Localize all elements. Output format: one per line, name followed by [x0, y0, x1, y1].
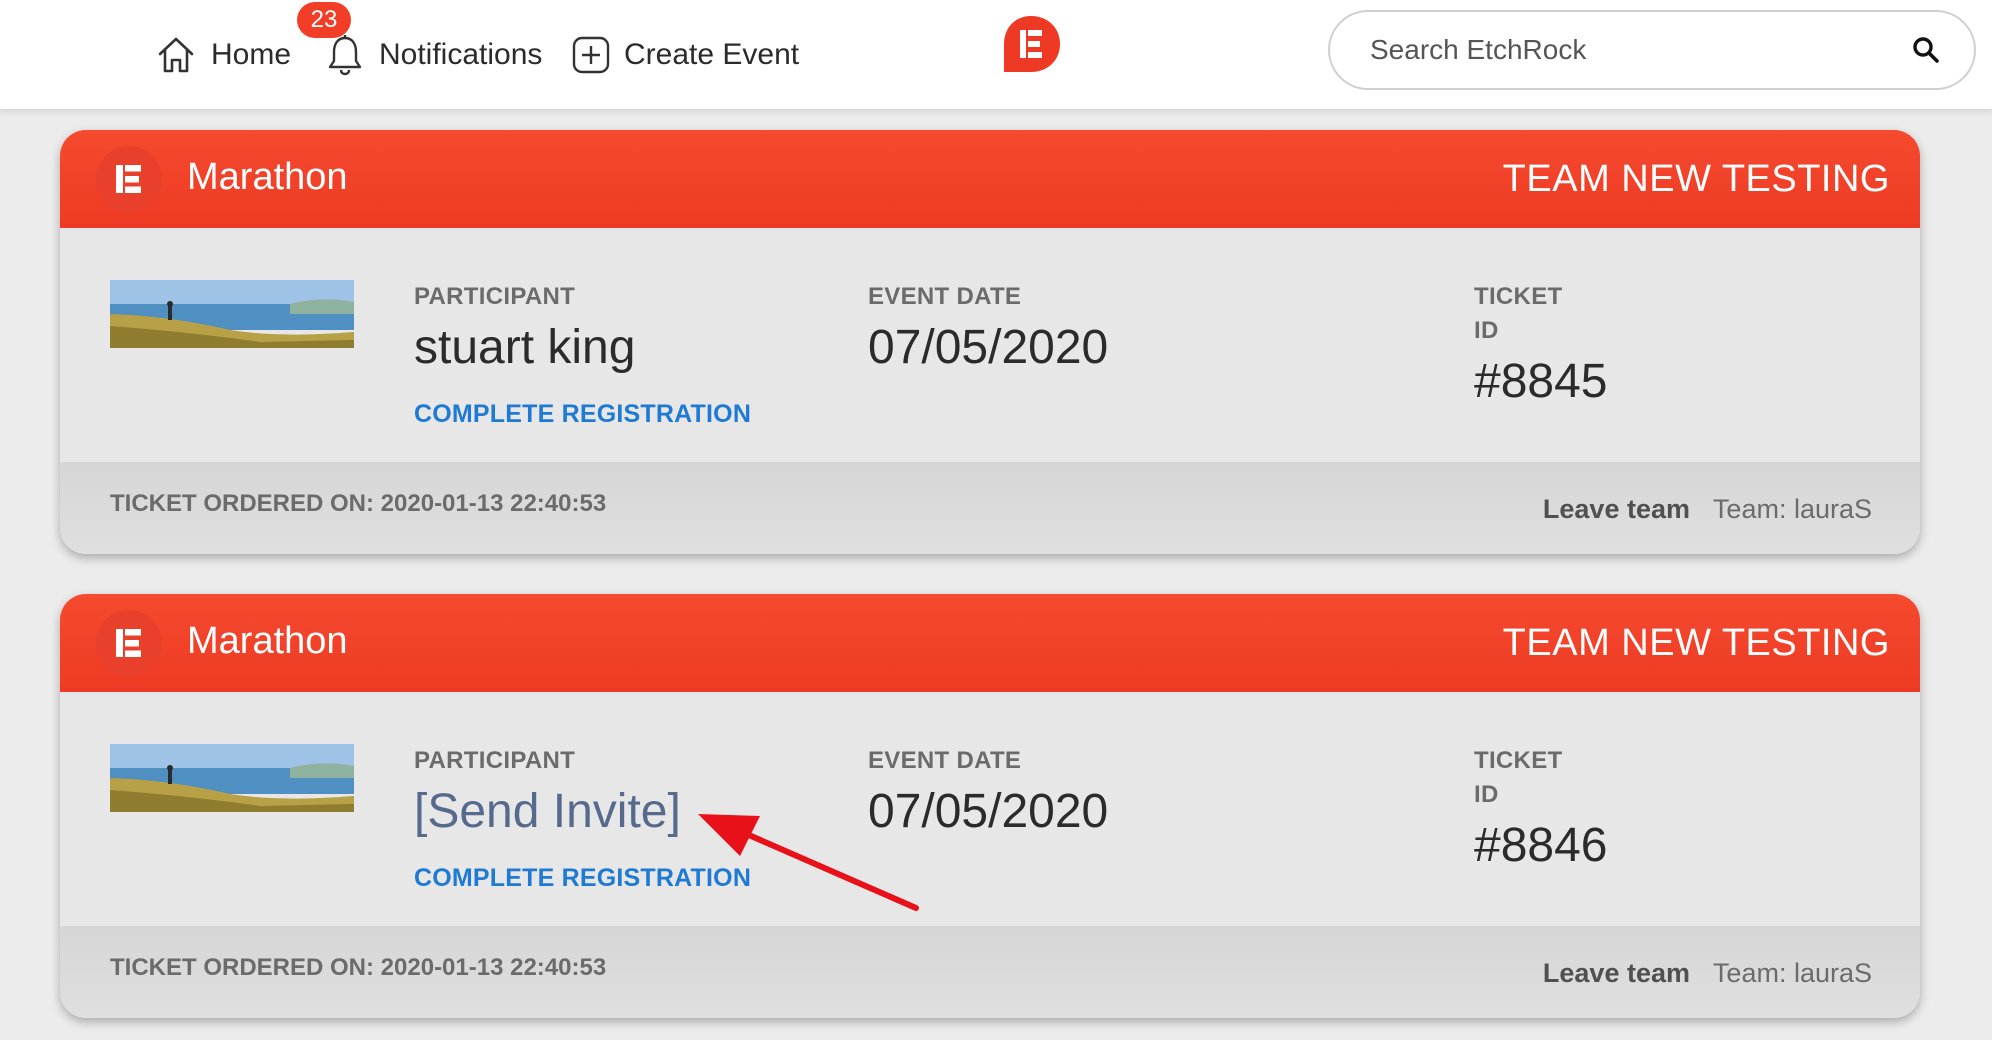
- nav-notifications[interactable]: Notifications: [325, 30, 542, 80]
- ticket-card-footer: TICKET ORDERED ON: 2020-01-13 22:40:53 L…: [60, 926, 1920, 1018]
- ticket-card-header: Marathon TEAM NEW TESTING: [60, 594, 1920, 692]
- participant-label: PARTICIPANT: [414, 747, 576, 774]
- team-owner-label: Team: lauraS: [1712, 958, 1872, 988]
- nav-home-label: Home: [211, 38, 292, 71]
- participant-name: stuart king: [414, 321, 636, 374]
- ticket-ordered-label: TICKET ORDERED ON:: [110, 954, 374, 981]
- ticket-id-label-line-1: TICKET: [1474, 283, 1563, 310]
- nav-notifications-label: Notifications: [379, 38, 543, 71]
- complete-registration-link[interactable]: COMPLETE REGISTRATION: [414, 400, 751, 429]
- nav-create-event[interactable]: Create Event: [572, 30, 799, 80]
- ticket-id-label: TICKET ID: [1474, 744, 1594, 812]
- ticket-id-label-line-1: TICKET: [1474, 747, 1563, 774]
- ticket-id-label: TICKET ID: [1474, 280, 1594, 348]
- event-date-value: 07/05/2020: [868, 321, 1109, 374]
- team-name: TEAM NEW TESTING: [1502, 158, 1890, 200]
- ticket-ordered-value: 2020-01-13 22:40:53: [380, 954, 607, 981]
- team-name: TEAM NEW TESTING: [1502, 622, 1890, 664]
- event-date-label: EVENT DATE: [868, 747, 1022, 774]
- participant-label: PARTICIPANT: [414, 283, 576, 310]
- ticket-id-label-line-2: ID: [1474, 781, 1499, 808]
- ticket-card-body: PARTICIPANT [Send Invite] COMPLETE REGIS…: [60, 692, 1920, 926]
- ticket-card-header: Marathon TEAM NEW TESTING: [60, 130, 1920, 228]
- leave-team-button[interactable]: Leave team: [1543, 494, 1690, 525]
- ticket-card-footer: TICKET ORDERED ON: 2020-01-13 22:40:53 L…: [60, 462, 1920, 554]
- ticket-ordered-label: TICKET ORDERED ON:: [110, 490, 374, 517]
- notifications-count-badge[interactable]: 23: [297, 2, 351, 38]
- search-input[interactable]: [1370, 34, 1908, 66]
- ticket-ordered-on: TICKET ORDERED ON: 2020-01-13 22:40:53: [110, 490, 606, 518]
- top-nav-bar: Home Notifications 23 Create Event: [0, 0, 1992, 110]
- event-thumbnail: [110, 744, 354, 812]
- ticket-card: Marathon TEAM NEW TESTING PARTICIPANT [S…: [60, 594, 1920, 1018]
- etchrock-logo-icon: [96, 610, 162, 676]
- ticket-id-value: #8846: [1474, 819, 1608, 872]
- event-name[interactable]: Marathon: [187, 620, 348, 663]
- etchrock-logo-icon: [96, 146, 162, 212]
- search-icon[interactable]: [1908, 32, 1944, 68]
- home-icon: [155, 34, 197, 76]
- red-arrow-icon: [690, 810, 930, 920]
- ticket-ordered-value: 2020-01-13 22:40:53: [380, 490, 607, 517]
- plus-square-icon: [572, 36, 610, 74]
- event-name[interactable]: Marathon: [187, 156, 348, 199]
- event-thumbnail: [110, 280, 354, 348]
- etchrock-logo-icon[interactable]: [1000, 14, 1062, 74]
- bell-icon: [325, 34, 365, 76]
- leave-team-button[interactable]: Leave team: [1543, 958, 1690, 989]
- ticket-card-body: PARTICIPANT stuart king COMPLETE REGISTR…: [60, 228, 1920, 462]
- nav-home[interactable]: Home: [155, 30, 291, 80]
- team-owner-label: Team: lauraS: [1712, 494, 1872, 524]
- event-date-label: EVENT DATE: [868, 283, 1022, 310]
- ticket-id-label-line-2: ID: [1474, 317, 1499, 344]
- ticket-id-value: #8845: [1474, 355, 1608, 408]
- ticket-card: Marathon TEAM NEW TESTING PARTICIPANT st…: [60, 130, 1920, 554]
- nav-create-event-label: Create Event: [624, 38, 800, 71]
- ticket-ordered-on: TICKET ORDERED ON: 2020-01-13 22:40:53: [110, 954, 606, 982]
- send-invite-link[interactable]: [Send Invite]: [414, 784, 681, 839]
- search-box: [1328, 10, 1976, 90]
